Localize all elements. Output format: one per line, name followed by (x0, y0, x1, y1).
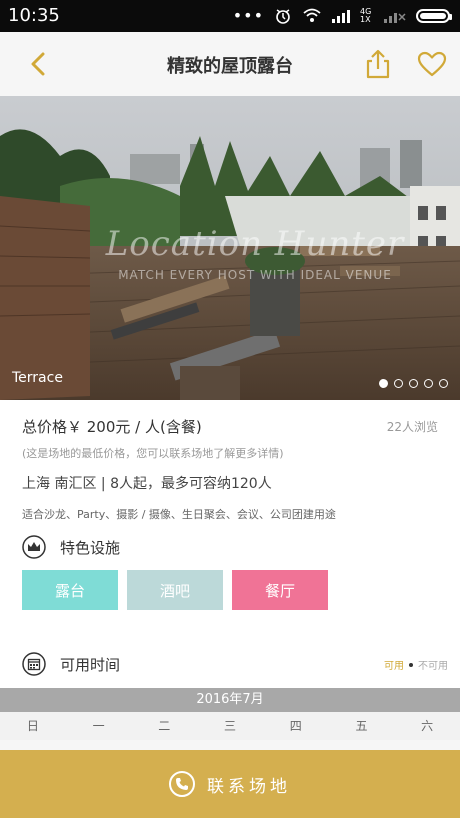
contact-label: 联系场地 (207, 776, 291, 797)
status-bar: 10:35 ••• 4G 1X (0, 0, 460, 32)
calendar-weekdays: 日 一 二 三 四 五 六 (0, 712, 460, 740)
alarm-icon (274, 7, 292, 25)
contact-venue-button[interactable]: 联系场地 (0, 750, 460, 818)
watermark-subtitle: MATCH EVERY HOST WITH IDEAL VENUE (118, 268, 392, 282)
weekday-fri: 五 (355, 719, 368, 733)
price-note: (这是场地的最低价格，您可以联系场地了解更多详情) (22, 447, 284, 460)
weekday-wed: 三 (224, 719, 237, 733)
phone-icon (169, 771, 195, 797)
weekday-mon: 一 (92, 719, 105, 733)
legend-unavailable: 不可用 (418, 661, 448, 672)
battery-icon (416, 8, 452, 23)
carousel-dot[interactable] (394, 379, 403, 388)
share-button[interactable] (360, 46, 396, 82)
more-notifications-icon: ••• (232, 6, 264, 25)
features-title: 特色设施 (60, 538, 121, 557)
heart-icon (417, 51, 447, 77)
availability-legend: 可用 不可用 (384, 657, 448, 672)
weekday-sun: 日 (26, 719, 39, 733)
suitable-uses: 适合沙龙、Party、摄影 / 摄像、生日聚会、会议、公司团建用途 (22, 508, 336, 521)
weekday-sat: 六 (421, 719, 434, 733)
navigation-bar: 精致的屋顶露台 (0, 32, 460, 97)
price-text: 总价格￥ 200元 / 人(含餐) (22, 418, 202, 436)
crown-icon (22, 535, 46, 559)
feature-tag-terrace[interactable]: 露台 (22, 570, 118, 610)
weekday-tue: 二 (158, 719, 171, 733)
availability-section-header: 可用时间 (22, 652, 120, 676)
watermark-title: Location Hunter (105, 224, 405, 264)
feature-tag-restaurant[interactable]: 餐厅 (232, 570, 328, 610)
calendar-days[interactable] (0, 740, 460, 750)
carousel-dot[interactable] (424, 379, 433, 388)
cell-signal-2-icon (384, 9, 406, 23)
features-section-header: 特色设施 (22, 535, 120, 559)
wifi-icon (302, 8, 322, 24)
legend-available: 可用 (384, 661, 404, 672)
share-icon (366, 49, 390, 79)
venue-photo-carousel[interactable]: Location Hunter MATCH EVERY HOST WITH ID… (0, 96, 460, 400)
status-time: 10:35 (8, 5, 60, 26)
watermark: Location Hunter MATCH EVERY HOST WITH ID… (105, 224, 405, 282)
feature-tag-bar[interactable]: 酒吧 (127, 570, 223, 610)
carousel-dot[interactable] (439, 379, 448, 388)
network-type-label: 4G 1X (360, 6, 372, 24)
location-capacity: 上海 南汇区 | 8人起，最多可容纳120人 (22, 476, 272, 492)
cell-signal-icon: 4G 1X (332, 6, 374, 24)
weekday-thu: 四 (289, 719, 302, 733)
calendar-icon (22, 652, 46, 676)
availability-title: 可用时间 (60, 655, 121, 674)
view-count: 22人浏览 (386, 420, 438, 434)
carousel-indicator[interactable] (379, 379, 448, 388)
carousel-dot[interactable] (379, 379, 388, 388)
favorite-button[interactable] (414, 46, 450, 82)
calendar-month: 2016年7月 (0, 688, 460, 712)
feature-tags: 露台 酒吧 餐厅 (22, 570, 328, 610)
photo-caption: Terrace (12, 370, 63, 386)
carousel-dot[interactable] (409, 379, 418, 388)
legend-dot-icon (409, 662, 413, 667)
